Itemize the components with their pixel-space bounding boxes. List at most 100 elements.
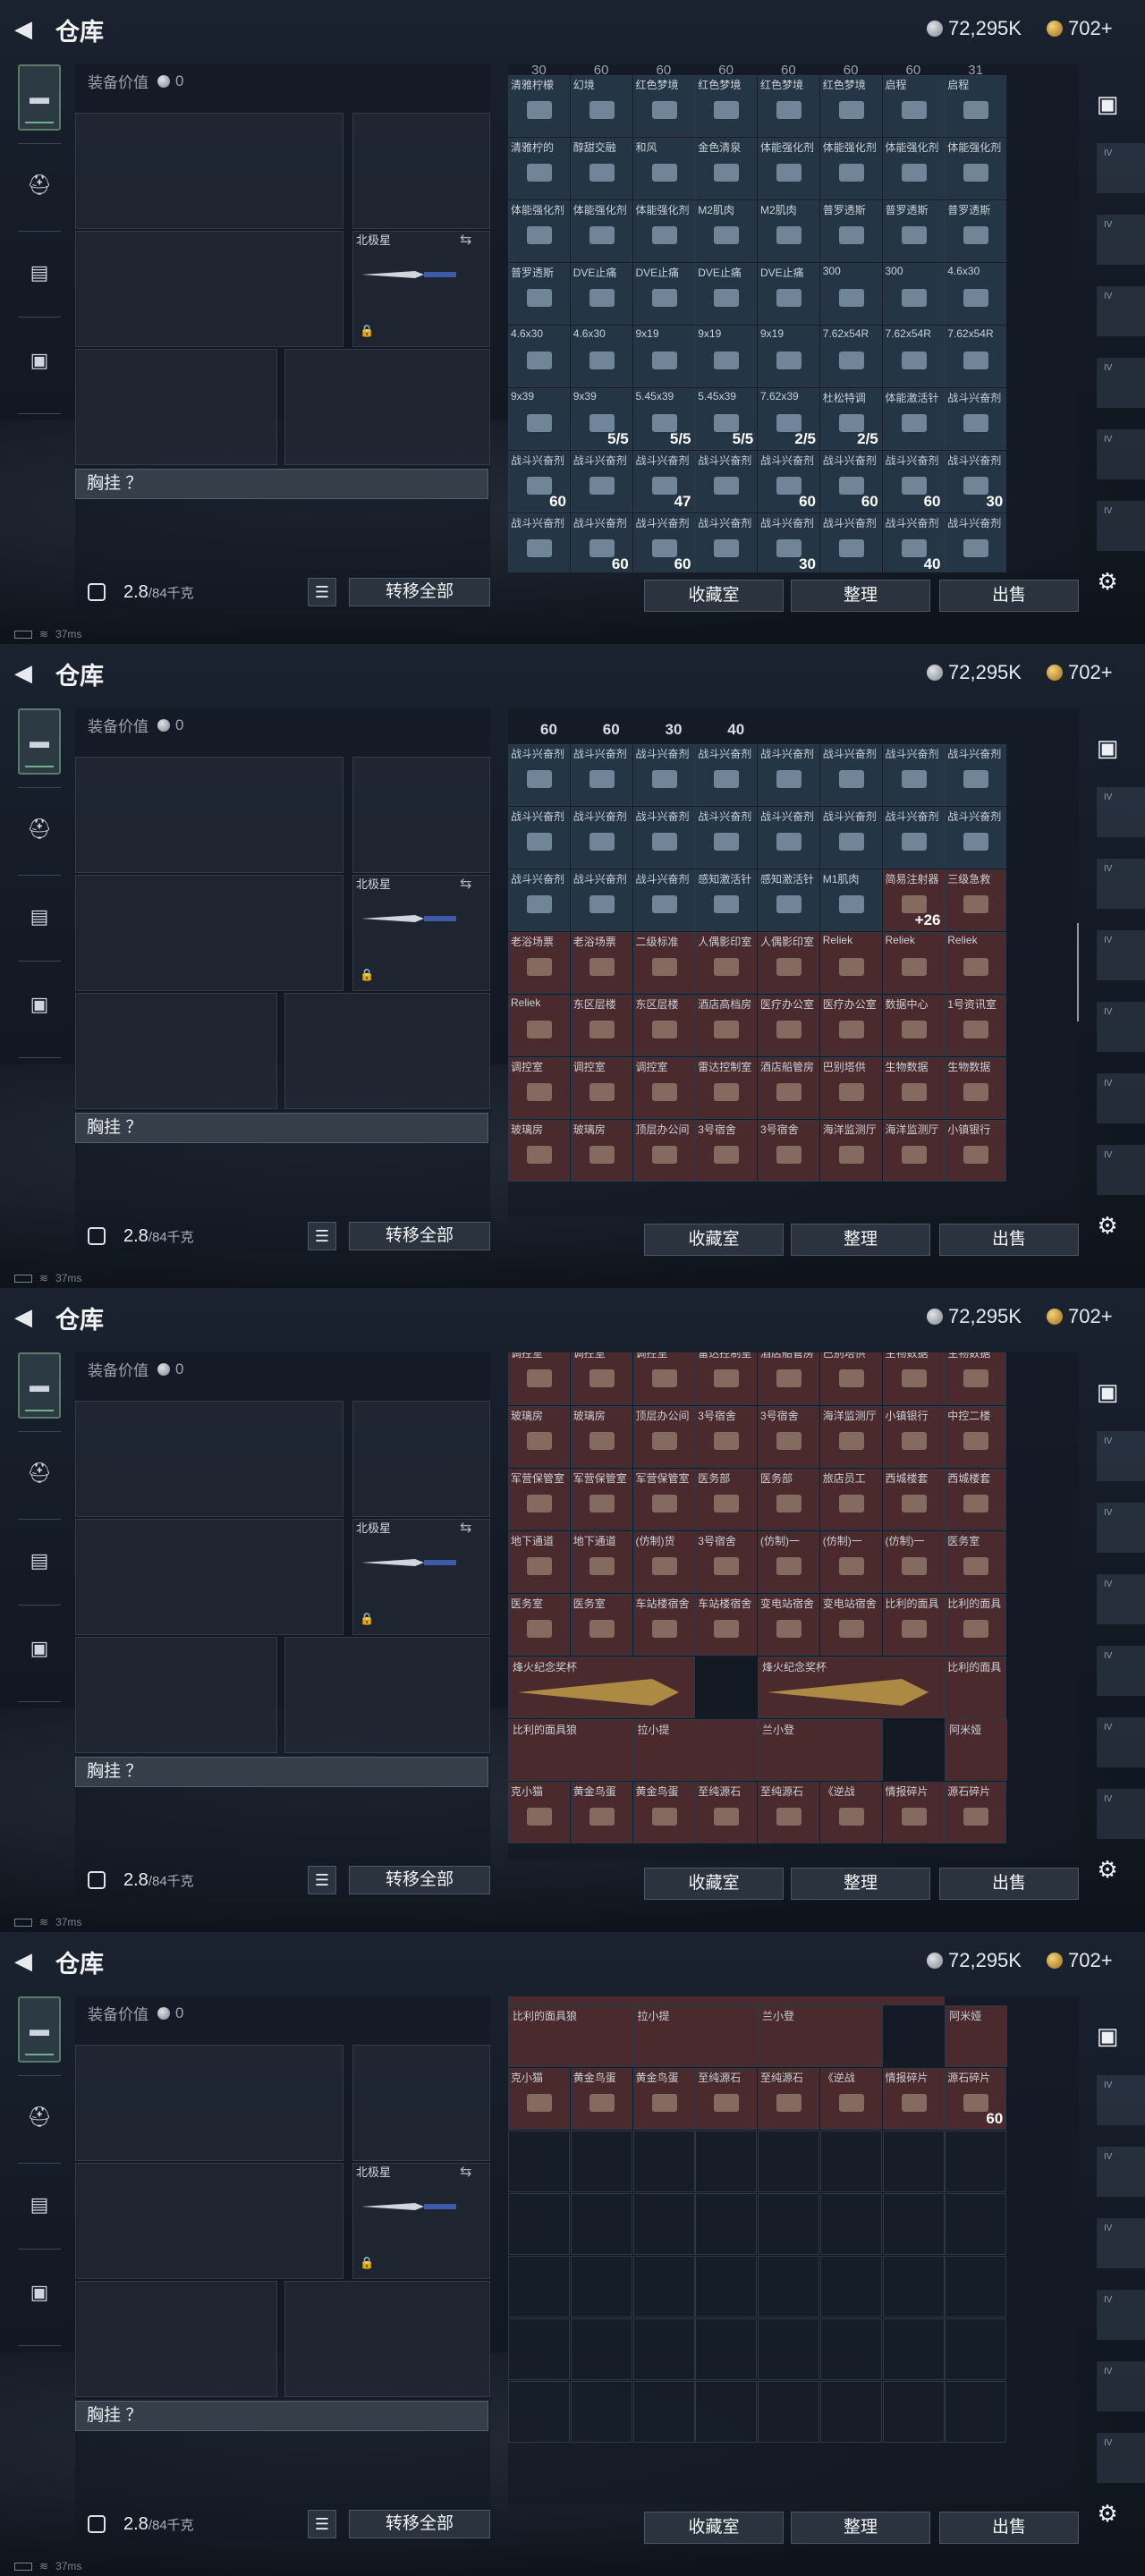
storage-item[interactable]: 红色梦境 — [695, 75, 758, 137]
storage-item[interactable]: 战斗兴奋剂 — [758, 807, 819, 869]
storage-item[interactable]: 战斗兴奋剂 — [819, 744, 882, 806]
storage-item[interactable]: 战斗兴奋剂 60 — [882, 451, 945, 513]
safe-box-icon[interactable]: ▣ — [1090, 1374, 1125, 1410]
sort-button[interactable]: 整理 — [791, 1868, 930, 1900]
empty-slot[interactable] — [819, 2381, 882, 2443]
empty-slot[interactable] — [945, 2193, 1007, 2255]
storage-item[interactable]: 医务室 — [945, 1531, 1007, 1593]
storage-item[interactable]: 海洋监测厅 — [819, 1120, 882, 1182]
storage-item[interactable]: 战斗兴奋剂 — [570, 807, 632, 869]
side-storage-tab[interactable]: IV — [1097, 859, 1145, 909]
storage-item[interactable]: 至纯源石 — [695, 2068, 758, 2130]
back-arrow-icon[interactable]: ◀ — [14, 1304, 38, 1329]
storage-item[interactable]: 调控室 — [508, 1057, 570, 1119]
back-arrow-icon[interactable]: ◀ — [14, 660, 38, 685]
storage-item[interactable]: 医务室 — [570, 1594, 632, 1656]
storage-item[interactable]: 战斗兴奋剂 40 — [882, 513, 945, 572]
storage-item[interactable]: 医疗办公室 — [819, 995, 882, 1056]
side-storage-tab[interactable]: IV — [1097, 501, 1145, 551]
storage-item[interactable]: 情报碎片 — [882, 1782, 945, 1843]
side-storage-tab[interactable]: IV — [1097, 358, 1145, 408]
empty-slot[interactable] — [508, 2131, 570, 2192]
chest-rig-slot[interactable]: 胸挂 ？ — [75, 2401, 488, 2431]
storage-item[interactable]: 地下通道 — [570, 1531, 632, 1593]
settings-gear-icon[interactable]: ⚙ — [1090, 2496, 1125, 2531]
storage-item[interactable]: 小镇银行 — [882, 1406, 945, 1468]
storage-item[interactable]: 酒店船管房 — [758, 1057, 819, 1119]
collection-button[interactable]: 收藏室 — [644, 2512, 784, 2544]
storage-item[interactable]: 7.62x54R — [945, 326, 1007, 387]
empty-slot[interactable] — [882, 2381, 945, 2443]
empty-slot[interactable] — [758, 2381, 819, 2443]
storage-item[interactable]: 军营保管室 — [632, 1469, 695, 1530]
storage-item[interactable]: 和风 — [632, 138, 695, 199]
storage-item[interactable]: 战斗兴奋剂 60 — [570, 513, 632, 572]
storage-item[interactable]: 至纯源石 — [758, 2068, 819, 2130]
collection-button[interactable]: 收藏室 — [644, 580, 784, 612]
storage-item[interactable]: 清雅柠檬 — [508, 75, 570, 137]
storage-item[interactable]: 普罗透斯 — [945, 200, 1007, 262]
safe-box-icon[interactable]: ▣ — [1090, 86, 1125, 122]
storage-item[interactable]: 克小猫 — [508, 2068, 570, 2130]
storage-item[interactable]: 黄金鸟蛋 — [632, 1782, 695, 1843]
armor-tab[interactable]: ▤ — [18, 1528, 61, 1594]
storage-item[interactable]: 7.62x54R — [882, 326, 945, 387]
swap-icon[interactable]: ⇆ — [460, 1519, 471, 1537]
secondary-weapon-slot[interactable] — [75, 2163, 344, 2279]
storage-item[interactable]: 醇甜交融 — [570, 138, 632, 199]
storage-item[interactable]: 战斗兴奋剂 — [695, 513, 758, 572]
empty-slot[interactable] — [945, 2318, 1007, 2380]
storage-item[interactable]: 二级标准 — [632, 932, 695, 994]
storage-item[interactable]: 酒店船管房 — [758, 1352, 819, 1405]
empty-slot[interactable] — [758, 2193, 819, 2255]
backpack-tab[interactable]: ▣ — [18, 971, 61, 1038]
transfer-all-button[interactable]: 转移全部 — [349, 578, 490, 606]
primary-weapon-slot[interactable] — [75, 757, 344, 873]
armor-slot[interactable] — [284, 349, 490, 465]
side-storage-tab[interactable]: IV — [1097, 2147, 1145, 2197]
armor-tab[interactable]: ▤ — [18, 2172, 61, 2238]
trophy-item[interactable]: 烽火纪念奖杯 — [508, 1657, 696, 1718]
storage-item[interactable]: 调控室 — [570, 1057, 632, 1119]
storage-item[interactable]: 顶层办公间 — [632, 1120, 695, 1182]
storage-item[interactable]: 地下通道 — [508, 1531, 570, 1593]
side-storage-tab[interactable]: IV — [1097, 1789, 1145, 1839]
storage-item[interactable]: 玻璃房 — [570, 1406, 632, 1468]
safe-box-icon[interactable]: ▣ — [1090, 730, 1125, 766]
figure-item[interactable]: 比利的面具狼 — [508, 2005, 633, 2067]
figure-item[interactable]: 拉小提 — [632, 1719, 758, 1781]
storage-item[interactable]: 战斗兴奋剂 47 — [632, 451, 695, 513]
storage-item[interactable]: 情报碎片 — [882, 2068, 945, 2130]
storage-item[interactable]: Reliek — [508, 995, 570, 1056]
storage-item[interactable]: 医疗办公室 — [758, 995, 819, 1056]
empty-slot[interactable] — [882, 2256, 945, 2318]
storage-item[interactable]: 战斗兴奋剂 — [632, 807, 695, 869]
storage-item[interactable]: M2肌肉 — [695, 200, 758, 262]
storage-item[interactable]: (仿制)一 — [882, 1531, 945, 1593]
empty-slot[interactable] — [945, 2131, 1007, 2192]
side-storage-tab[interactable]: IV — [1097, 143, 1145, 193]
empty-slot[interactable] — [819, 2256, 882, 2318]
collection-button[interactable]: 收藏室 — [644, 1868, 784, 1900]
pistol-tab[interactable]: ▬ — [18, 64, 61, 131]
storage-item[interactable]: 战斗兴奋剂 — [695, 451, 758, 513]
pistol-tab[interactable]: ▬ — [18, 1996, 61, 2063]
side-storage-tab[interactable]: IV — [1097, 1717, 1145, 1767]
side-storage-tab[interactable]: IV — [1097, 1431, 1145, 1481]
storage-item[interactable]: 至纯源石 — [758, 1782, 819, 1843]
empty-slot[interactable] — [819, 2131, 882, 2192]
armor-tab[interactable]: ▤ — [18, 240, 61, 306]
empty-slot[interactable] — [945, 2381, 1007, 2443]
helmet-slot[interactable] — [75, 1637, 277, 1753]
primary-weapon-slot[interactable] — [75, 1401, 344, 1517]
storage-item[interactable]: (仿制)货 — [632, 1531, 695, 1593]
empty-slot[interactable] — [632, 2256, 695, 2318]
storage-item[interactable]: 调控室 — [632, 1352, 695, 1405]
storage-item[interactable]: 金色清泉 — [695, 138, 758, 199]
storage-item[interactable]: 小镇银行 — [945, 1120, 1007, 1182]
storage-item[interactable]: 战斗兴奋剂 — [945, 388, 1007, 450]
list-view-button[interactable]: ☰ — [308, 578, 336, 606]
pistol-slot[interactable] — [352, 757, 490, 873]
empty-slot[interactable] — [508, 2193, 570, 2255]
storage-item[interactable]: 数据中心 — [882, 995, 945, 1056]
